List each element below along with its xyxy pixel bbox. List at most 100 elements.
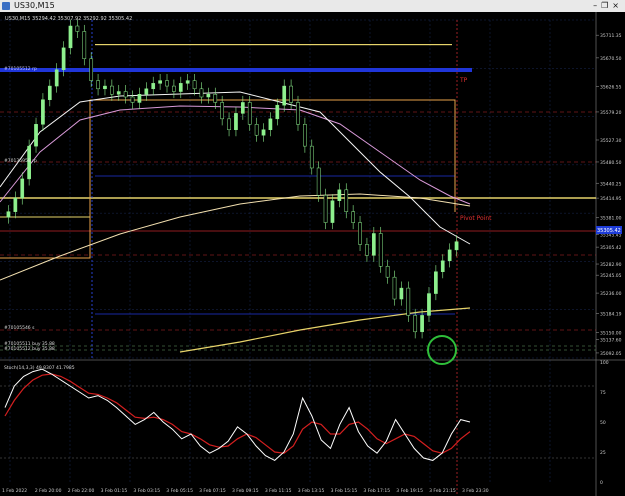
candle-body — [378, 233, 383, 267]
candle-body — [365, 244, 369, 256]
candle-body — [123, 91, 128, 98]
time-tick-label: 2 Feb 20:00 — [35, 488, 62, 494]
price-chart-svg[interactable]: 35711.35 35670.50 35626.55 35579.20 35527.30… — [0, 12, 625, 496]
time-tick-label: 3 Feb 09:15 — [232, 488, 259, 494]
candle-body — [144, 88, 149, 95]
price-tick-label: 35527.30 — [600, 138, 622, 144]
candle-body — [323, 195, 328, 223]
tp-label: TP — [459, 77, 468, 84]
candle-body — [110, 85, 114, 95]
candle-body — [68, 25, 73, 49]
time-tick-label: 3 Feb 01:15 — [101, 488, 128, 494]
candle-body — [75, 25, 80, 32]
candle-body — [116, 91, 121, 95]
candle-body — [34, 124, 38, 147]
stoch-tick-label: 100 — [600, 360, 609, 366]
candle-body — [130, 96, 135, 103]
price-tick-label: 35282.90 — [600, 262, 622, 268]
candle-body — [296, 102, 300, 125]
time-axis: 1 Feb 2022 2 Feb 20:00 2 Feb 22:00 3 Feb 01… — [2, 488, 489, 494]
candle-body — [261, 129, 266, 136]
time-tick-label: 3 Feb 19:15 — [396, 488, 423, 494]
label-bottom: #70105546 s — [4, 325, 35, 331]
candle-body — [213, 94, 218, 103]
candle-body — [371, 233, 376, 256]
candle-body — [413, 315, 418, 333]
candle-body — [151, 83, 156, 90]
window-title: US30,M15 — [14, 1, 55, 10]
candle-body — [344, 189, 349, 212]
candle-body — [447, 249, 452, 262]
time-tick-label: 3 Feb 17:15 — [363, 488, 390, 494]
time-tick-label: 3 Feb 21:15 — [429, 488, 456, 494]
candle-body — [61, 47, 66, 70]
price-tick-label: 35184.19 — [600, 311, 622, 317]
candle-body — [220, 102, 225, 120]
candle-body — [137, 94, 142, 103]
candle-body — [96, 80, 100, 90]
chart-window-icon — [2, 2, 10, 10]
stoch-label: Stoch(14,3,3) 49.8307 41.7985 — [4, 365, 75, 371]
price-tick-label: 35137.60 — [600, 337, 622, 343]
time-tick-label: 3 Feb 23:30 — [462, 488, 489, 494]
chart-window[interactable]: US30,M15 –❐× 35711.35 35670.50 35626.55 355… — [0, 0, 625, 496]
candle-body — [282, 85, 287, 106]
candle-body — [41, 99, 45, 125]
candle-body — [427, 293, 431, 316]
candle-body — [247, 102, 252, 125]
price-tick-label: 35440.25 — [600, 181, 622, 187]
candle-body — [385, 266, 390, 278]
candle-body — [54, 69, 59, 87]
time-tick-label: 1 Feb 2022 — [2, 488, 27, 494]
candle-body — [289, 85, 293, 103]
candle-body — [20, 178, 25, 199]
candle-body — [89, 58, 94, 81]
candle-body — [254, 124, 259, 136]
price-tick-label: 35670.50 — [600, 56, 622, 62]
time-tick-label: 3 Feb 13:15 — [298, 488, 325, 494]
maximize-button[interactable]: ❐ — [601, 1, 612, 10]
label-mid: #70135958 rp — [4, 158, 37, 164]
candle-body — [206, 94, 211, 98]
candle-body — [234, 113, 238, 131]
window-controls[interactable]: –❐× — [593, 0, 623, 12]
price-tick-label: 35150.00 — [600, 331, 622, 337]
candle-body — [454, 241, 459, 251]
minimize-button[interactable]: – — [593, 1, 601, 10]
time-tick-label: 3 Feb 11:15 — [265, 488, 292, 494]
close-button[interactable]: × — [612, 1, 623, 10]
label-top-blue: #70105512 rp — [4, 66, 37, 72]
price-tick-label: 35092.05 — [600, 351, 622, 357]
candle-body — [178, 83, 183, 92]
candle-body — [47, 85, 52, 100]
candle-body — [158, 80, 162, 84]
candle-body — [240, 102, 245, 114]
price-tick-label: 35480.50 — [600, 160, 622, 166]
symbol-header: US30,M15 35294.42 35307.92 35292.92 3530… — [5, 16, 132, 22]
stoch-tick-label: 25 — [600, 450, 606, 456]
price-tick-label: 35305.42 — [600, 245, 622, 251]
current-price-label: 35305.42 — [597, 228, 621, 234]
candle-body — [275, 104, 280, 120]
time-tick-label: 3 Feb 07:15 — [199, 488, 226, 494]
candle-body — [309, 145, 314, 169]
price-tick-label: 35236.00 — [600, 291, 622, 297]
chart-background — [0, 12, 625, 496]
candle-body — [82, 31, 87, 60]
stoch-tick-label: 0 — [600, 480, 603, 486]
price-tick-label: 35626.55 — [600, 85, 622, 91]
time-tick-label: 2 Feb 22:00 — [68, 488, 95, 494]
candle-body — [330, 200, 335, 223]
stoch-tick-label: 75 — [600, 390, 606, 396]
level-yellow-top — [95, 44, 452, 46]
candle-body — [165, 80, 169, 87]
candle-body — [440, 260, 445, 272]
label-low-2: #70105512 buy 35.88 — [4, 346, 55, 352]
candle-body — [6, 211, 11, 218]
candle-body — [337, 189, 342, 201]
candle-body — [316, 167, 321, 196]
candle-body — [358, 222, 362, 245]
price-tick-label: 35381.00 — [600, 216, 622, 222]
candle-body — [192, 80, 197, 90]
price-tick-label: 35711.35 — [600, 33, 622, 39]
